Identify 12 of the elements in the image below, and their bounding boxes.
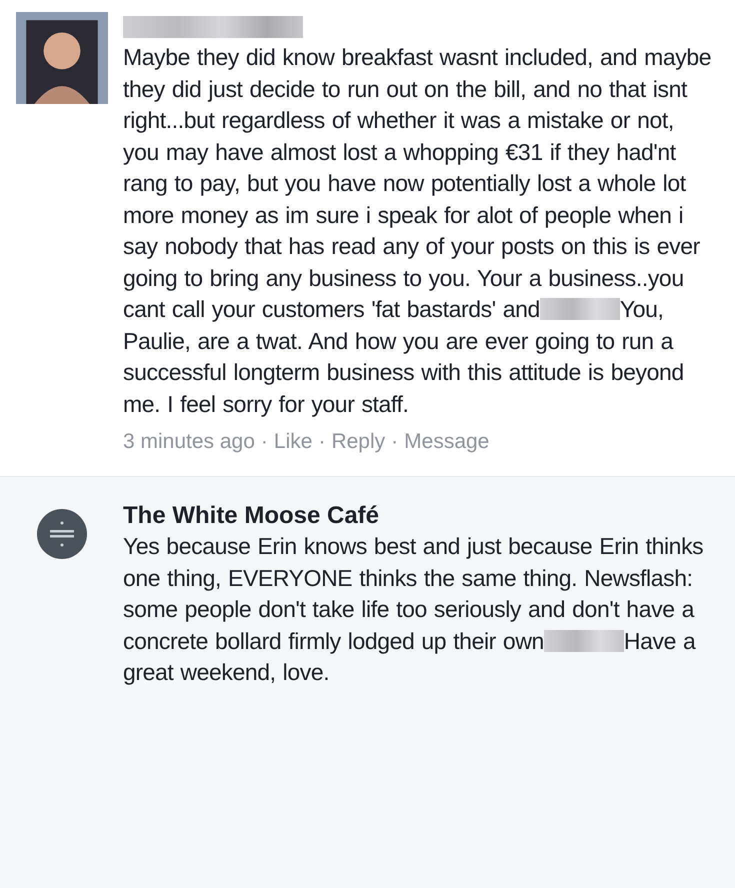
separator-dot: · xyxy=(318,430,326,454)
logo-icon xyxy=(36,509,86,559)
author-name[interactable]: The White Moose Café xyxy=(123,501,713,531)
timestamp: 3 minutes ago xyxy=(123,430,255,454)
action-link[interactable]: Like xyxy=(274,430,312,454)
separator-dot: · xyxy=(260,430,268,454)
comment-text: Maybe they did know breakfast wasnt included, and maybe they did just decide to run out on the bill, and no that isnt right...but regardless of whether it was a mistake or not, you may have almost lost a whopping €31 if they had'nt rang to pay, but you have now potentially lost a whole lot more money as im sure i speak for alot of people when i say nobody that has read any of your posts on this is ever going to bring any business to you. Your a business..you cant call your customers 'fat bastards' and You, Paulie, are a twat. And how you are ever going to run a successful longterm business with this attitude is beyond me. I feel sorry for your staff. xyxy=(123,43,712,419)
comment-text: Yes because Erin knows best and just because Erin thinks one thing, EVERYONE thinks the same thing. Newsflash: some people don't take life too seriously and don't have a concrete bollard firmly lodged up their own Have a great weekend, love. xyxy=(123,532,704,687)
separator-dot: · xyxy=(391,430,398,454)
action-link[interactable]: Reply xyxy=(331,430,386,454)
action-link[interactable]: Message xyxy=(404,430,490,454)
avatar-icon xyxy=(16,12,108,104)
